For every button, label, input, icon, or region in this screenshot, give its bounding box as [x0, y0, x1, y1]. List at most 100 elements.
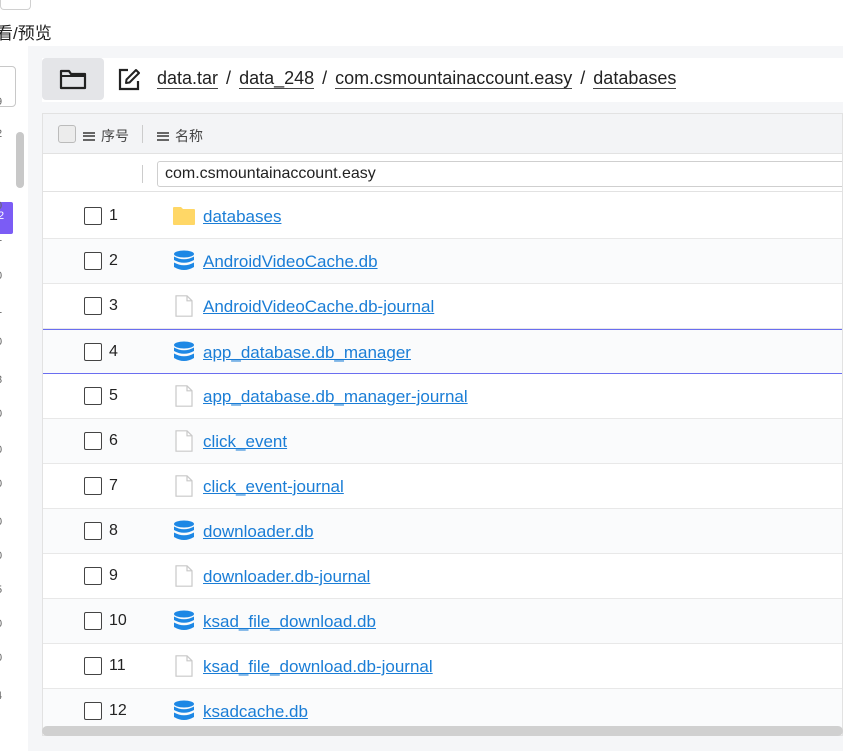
table-row[interactable]: 3 AndroidVideoCache.db-journal [43, 284, 842, 329]
file-name-link[interactable]: downloader.db-journal [203, 567, 370, 587]
left-panel-number: 0 [0, 478, 2, 490]
row-checkbox[interactable] [84, 567, 102, 585]
column-menu-icon [83, 131, 95, 141]
name-filter-input[interactable] [157, 161, 842, 187]
table-row[interactable]: 10 ksad_file_download.db [43, 599, 842, 644]
file-name-link[interactable]: ksadcache.db [203, 702, 308, 722]
table-header: 序号 名称 [43, 114, 842, 154]
left-panel-number: 0 [0, 516, 2, 528]
horizontal-scrollbar[interactable] [42, 726, 843, 736]
folder-outline-icon [59, 69, 87, 90]
row-checkbox[interactable] [84, 297, 102, 315]
left-panel-number: 0 [0, 408, 2, 420]
database-icon [172, 610, 196, 632]
column-header-index[interactable]: 序号 [83, 126, 129, 146]
file-icon [172, 475, 196, 497]
table-row[interactable]: 8 downloader.db [43, 509, 842, 554]
database-icon [172, 341, 196, 363]
table-row[interactable]: 1 databases [43, 194, 842, 239]
row-index: 5 [109, 387, 118, 404]
left-scrollbar[interactable] [16, 132, 24, 188]
open-folder-button[interactable] [42, 58, 104, 100]
row-index: 11 [109, 657, 126, 674]
row-checkbox[interactable] [84, 387, 102, 405]
left-panel-number: 0 [0, 200, 2, 212]
row-index: 6 [109, 432, 118, 449]
row-checkbox[interactable] [84, 702, 102, 720]
table-row[interactable]: 4 app_database.db_manager [43, 329, 842, 374]
table-row[interactable]: 11 ksad_file_download.db-journal [43, 644, 842, 689]
edit-button[interactable] [116, 67, 142, 93]
row-index: 4 [109, 343, 118, 360]
breadcrumb-item[interactable]: data_248 [239, 68, 315, 89]
breadcrumb-item[interactable]: com.csmountainaccount.easy [335, 68, 573, 89]
row-index: 10 [109, 612, 127, 629]
column-divider[interactable] [142, 125, 143, 143]
table-row[interactable]: 2 AndroidVideoCache.db [43, 239, 842, 284]
filter-row [43, 154, 842, 192]
file-icon [172, 295, 196, 317]
row-checkbox[interactable] [84, 522, 102, 540]
file-name-link[interactable]: ksad_file_download.db-journal [203, 657, 433, 677]
row-checkbox[interactable] [84, 343, 102, 361]
row-index: 7 [109, 477, 118, 494]
table-row[interactable]: 5 app_database.db_manager-journal [43, 374, 842, 419]
row-index: 1 [109, 207, 118, 224]
left-panel-number: 0 [0, 444, 2, 456]
database-icon [172, 250, 196, 272]
top-menu-button[interactable] [0, 0, 31, 10]
top-strip: 看/预览 [0, 0, 843, 46]
row-checkbox[interactable] [84, 432, 102, 450]
breadcrumb-item[interactable]: databases [593, 68, 677, 89]
table-row[interactable]: 6 click_event [43, 419, 842, 464]
breadcrumb-separator: / [226, 68, 232, 88]
left-panel-number: 0 [0, 270, 2, 282]
file-icon [172, 385, 196, 407]
view-preview-label: 看/预览 [0, 24, 52, 43]
row-checkbox[interactable] [84, 207, 102, 225]
select-all-checkbox[interactable] [58, 125, 76, 143]
breadcrumb-separator: / [580, 68, 586, 88]
table-row[interactable]: 7 click_event-journal [43, 464, 842, 509]
left-panel-number: 0 [0, 618, 2, 630]
left-search-input[interactable] [0, 66, 16, 107]
column-header-index-label: 序号 [101, 128, 129, 144]
column-header-name[interactable]: 名称 [157, 126, 203, 146]
file-name-link[interactable]: ksad_file_download.db [203, 612, 376, 632]
left-panel-number: 4 [0, 690, 2, 702]
row-checkbox[interactable] [84, 252, 102, 270]
row-checkbox[interactable] [84, 612, 102, 630]
database-icon [172, 700, 196, 722]
row-index: 2 [109, 252, 118, 269]
file-name-link[interactable]: downloader.db [203, 522, 314, 542]
row-index: 12 [109, 702, 127, 719]
file-icon [172, 565, 196, 587]
file-name-link[interactable]: AndroidVideoCache.db-journal [203, 297, 434, 317]
file-name-link[interactable]: click_event [203, 432, 287, 452]
breadcrumb: data.tar / data_248 / com.csmountainaccount.… [157, 68, 677, 89]
toolbar: data.tar / data_248 / com.csmountainaccount.… [42, 58, 843, 102]
file-name-link[interactable]: databases [203, 207, 281, 227]
file-table: 序号 名称 1 databases 2 AndroidVideoCache.db 3 A… [42, 113, 843, 736]
row-index: 9 [109, 567, 118, 584]
file-name-link[interactable]: app_database.db_manager [203, 343, 411, 363]
table-row[interactable]: 9 downloader.db-journal [43, 554, 842, 599]
row-checkbox[interactable] [84, 657, 102, 675]
file-icon [172, 430, 196, 452]
file-name-link[interactable]: click_event-journal [203, 477, 344, 497]
left-panel-number: 0 [0, 550, 2, 562]
left-panel-number: 5 [0, 584, 2, 596]
column-menu-icon [157, 131, 169, 141]
breadcrumb-item[interactable]: data.tar [157, 68, 219, 89]
column-header-name-label: 名称 [175, 128, 203, 144]
breadcrumb-separator: / [322, 68, 328, 88]
left-panel-number: 0 [0, 336, 2, 348]
folder-icon [172, 205, 196, 227]
left-panel: 2 92010103000005004 [0, 46, 28, 751]
column-divider [142, 165, 143, 183]
file-name-link[interactable]: app_database.db_manager-journal [203, 387, 468, 407]
row-checkbox[interactable] [84, 477, 102, 495]
left-panel-number: 0 [0, 652, 2, 664]
file-name-link[interactable]: AndroidVideoCache.db [203, 252, 378, 272]
edit-icon [118, 68, 140, 91]
